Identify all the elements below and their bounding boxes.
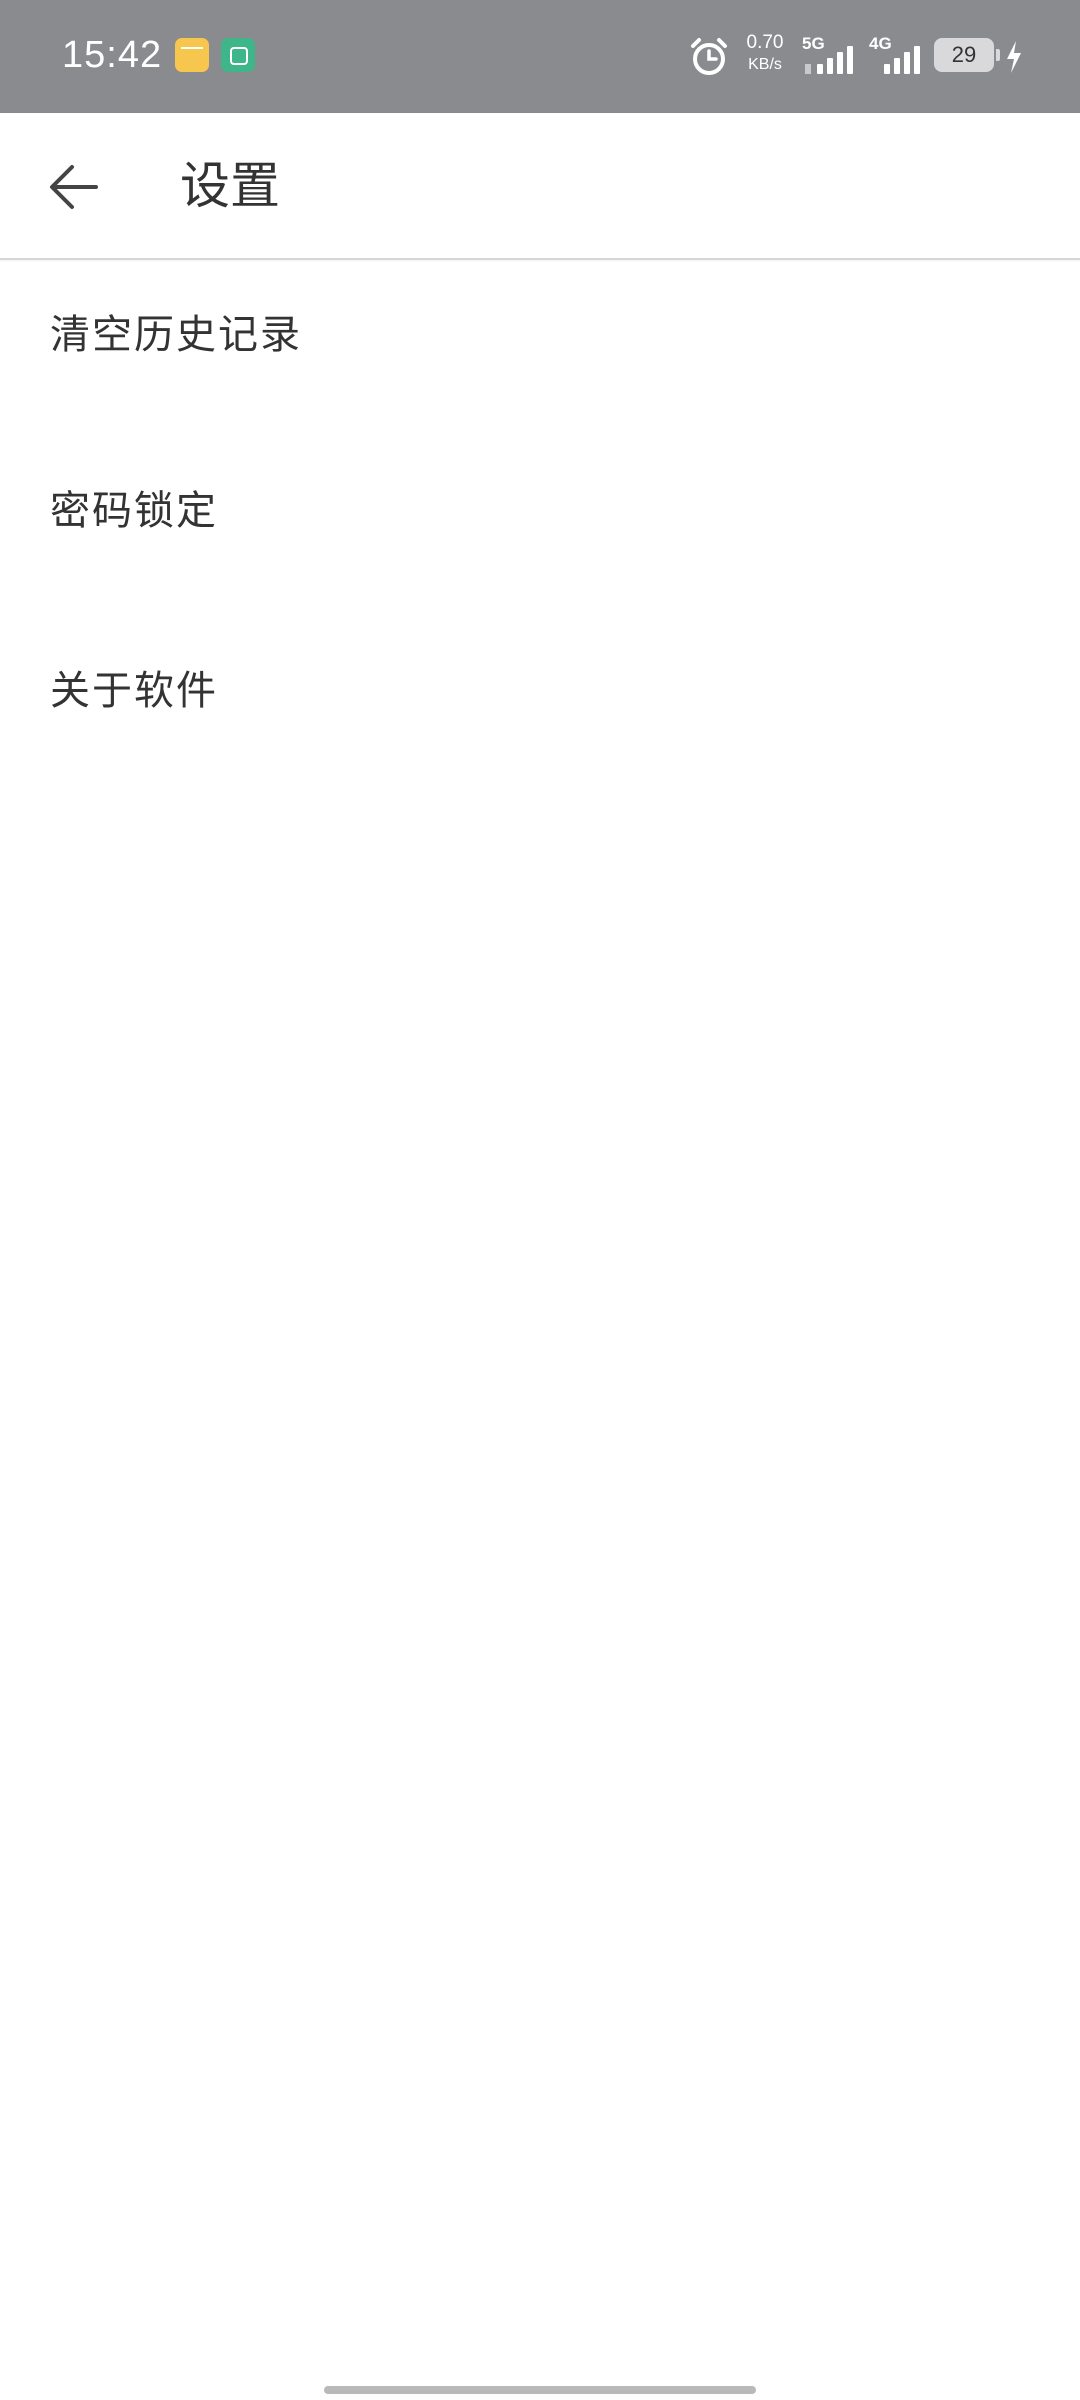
alarm-icon	[691, 38, 727, 75]
status-time: 15:42	[62, 34, 163, 76]
bolt-icon	[1007, 41, 1021, 73]
setting-label: 清空历史记录	[50, 312, 302, 358]
wechat-app-icon	[221, 38, 255, 72]
home-indicator[interactable]	[324, 2386, 756, 2394]
network-speed: 0.70 KB/s	[742, 32, 788, 76]
network-speed-unit: KB/s	[748, 56, 782, 73]
back-button[interactable]	[38, 151, 110, 223]
setting-about-software[interactable]: 关于软件	[0, 616, 1080, 796]
page-title: 设置	[180, 157, 280, 215]
setting-clear-history[interactable]: 清空历史记录	[0, 260, 1080, 436]
battery-indicator: 29	[934, 38, 1000, 72]
notes-app-icon	[175, 38, 209, 72]
setting-label: 关于软件	[50, 668, 218, 714]
settings-list: 清空历史记录 密码锁定 关于软件	[0, 260, 1080, 796]
setting-password-lock[interactable]: 密码锁定	[0, 436, 1080, 616]
setting-label: 密码锁定	[50, 488, 218, 534]
signal-4g-icon	[884, 46, 920, 74]
network-speed-value: 0.70	[746, 32, 784, 53]
status-bar: 15:42 0.70 KB/s 5G 4G 29	[0, 0, 1080, 113]
signal-5g-icon	[805, 46, 853, 74]
arrow-left-icon	[50, 165, 98, 209]
app-bar: 设置	[0, 113, 1080, 260]
